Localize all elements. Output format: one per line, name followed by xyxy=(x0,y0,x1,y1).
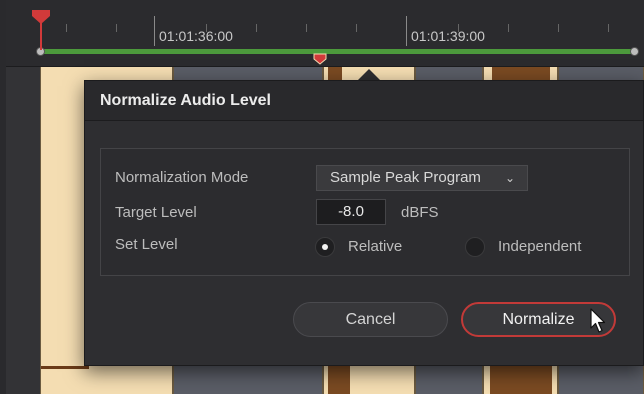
playhead-line xyxy=(40,20,42,50)
radio-relative[interactable] xyxy=(315,237,335,257)
in-out-range-bar[interactable] xyxy=(40,49,634,54)
ruler-minor-tick xyxy=(508,24,509,32)
normalization-mode-select[interactable]: Sample Peak Program ⌄ xyxy=(316,165,528,191)
waveform xyxy=(41,366,89,369)
ruler-minor-tick xyxy=(256,24,257,32)
cancel-button[interactable]: Cancel xyxy=(293,302,448,337)
target-level-unit: dBFS xyxy=(401,204,439,221)
normalization-mode-label: Normalization Mode xyxy=(115,169,249,186)
playhead-icon[interactable] xyxy=(32,10,50,24)
radio-independent-label[interactable]: Independent xyxy=(498,238,581,255)
target-level-input[interactable]: -8.0 xyxy=(316,199,386,225)
ruler-minor-tick xyxy=(558,24,559,32)
out-point-handle[interactable] xyxy=(630,47,639,56)
ruler-minor-tick xyxy=(608,24,609,32)
normalize-audio-dialog: Normalize Audio Level Normalization Mode… xyxy=(84,80,644,366)
ruler-major-tick xyxy=(406,16,407,46)
ruler-minor-tick xyxy=(356,24,357,32)
cursor-icon xyxy=(590,308,606,333)
ruler-minor-tick xyxy=(116,24,117,32)
timecode-label: 01:01:39:00 xyxy=(411,28,485,44)
dialog-title: Normalize Audio Level xyxy=(85,81,643,121)
chevron-down-icon: ⌄ xyxy=(504,171,515,185)
normalization-mode-value: Sample Peak Program xyxy=(330,169,481,186)
set-level-label: Set Level xyxy=(115,236,178,253)
ruler-minor-tick xyxy=(306,24,307,32)
marker-icon[interactable] xyxy=(313,53,327,65)
ruler-minor-tick xyxy=(206,24,207,32)
ruler-minor-tick xyxy=(66,24,67,32)
timecode-label: 01:01:36:00 xyxy=(159,28,233,44)
radio-relative-label[interactable]: Relative xyxy=(348,238,402,255)
radio-independent[interactable] xyxy=(465,237,485,257)
ruler-major-tick xyxy=(154,16,155,46)
target-level-label: Target Level xyxy=(115,204,197,221)
ruler-minor-tick xyxy=(458,24,459,32)
